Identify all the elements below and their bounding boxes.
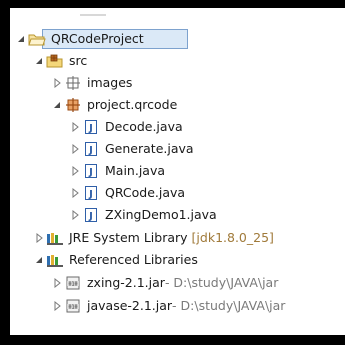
package-explorer: QRCodeProject src images project.qrcode … (10, 8, 345, 335)
clipped-row-above (10, 8, 345, 16)
source-folder-icon (46, 52, 64, 70)
src-label: src (69, 53, 88, 68)
tree-item-jre-library[interactable]: JRE System Library [jdk1.8.0_25] (32, 227, 274, 249)
jre-library-label: JRE System Library (69, 230, 188, 245)
package-label: project.qrcode (87, 97, 178, 112)
java-file-icon: J (82, 118, 100, 136)
collapsed-arrow-icon[interactable] (68, 138, 82, 160)
svg-text:010: 010 (68, 282, 77, 288)
svg-text:J: J (88, 123, 93, 134)
svg-text:J: J (88, 211, 93, 222)
tree-item-java-file[interactable]: J Main.java (68, 160, 165, 182)
tree-item-referenced-libraries[interactable]: Referenced Libraries (32, 249, 198, 271)
tree-item-jar[interactable]: 010 javase-2.1.jar - D:\study\JAVA\jar (50, 295, 285, 317)
java-file-icon: J (82, 184, 100, 202)
jre-version-label: [jdk1.8.0_25] (191, 230, 274, 245)
collapsed-arrow-icon[interactable] (68, 160, 82, 182)
jar-label: javase-2.1.jar (87, 298, 173, 313)
jar-file-icon: 010 (64, 297, 82, 315)
jar-path-label: - D:\study\JAVA\jar (172, 298, 286, 313)
svg-text:J: J (88, 145, 93, 156)
java-file-label: ZXingDemo1.java (105, 207, 217, 222)
project-label: QRCodeProject (51, 31, 144, 46)
jar-label: zxing-2.1.jar (87, 275, 165, 290)
svg-text:J: J (88, 167, 93, 178)
collapsed-arrow-icon[interactable] (68, 116, 82, 138)
collapsed-arrow-icon[interactable] (68, 204, 82, 226)
images-label: images (87, 75, 133, 90)
jar-path-label: - D:\study\JAVA\jar (164, 275, 279, 290)
expanded-arrow-icon[interactable] (50, 94, 64, 116)
expanded-arrow-icon[interactable] (14, 28, 28, 50)
project-folder-icon (28, 30, 46, 48)
tree-item-jar[interactable]: 010 zxing-2.1.jar - D:\study\JAVA\jar (50, 272, 278, 294)
library-icon (46, 229, 64, 247)
package-icon (64, 96, 82, 114)
tree-item-package[interactable]: project.qrcode (50, 94, 177, 116)
tree-item-images[interactable]: images (50, 72, 132, 94)
clipped-arrow-icon (32, 318, 46, 335)
clipped-row-below (32, 318, 46, 335)
empty-package-icon (64, 74, 82, 92)
svg-text:J: J (88, 189, 93, 200)
java-file-label: Decode.java (105, 119, 183, 134)
java-file-icon: J (82, 206, 100, 224)
java-file-label: Main.java (105, 163, 166, 178)
java-file-icon: J (82, 140, 100, 158)
collapsed-arrow-icon[interactable] (50, 272, 64, 294)
tree-item-java-file[interactable]: J Decode.java (68, 116, 183, 138)
collapsed-arrow-icon[interactable] (32, 227, 46, 249)
expanded-arrow-icon[interactable] (32, 249, 46, 271)
referenced-libraries-label: Referenced Libraries (69, 252, 198, 267)
tree-item-java-file[interactable]: J ZXingDemo1.java (68, 204, 217, 226)
tree-item-project[interactable]: QRCodeProject (14, 28, 144, 50)
tree-item-src[interactable]: src (32, 50, 87, 72)
collapsed-arrow-icon[interactable] (50, 72, 64, 94)
tree-item-java-file[interactable]: J Generate.java (68, 138, 194, 160)
collapsed-arrow-icon[interactable] (50, 295, 64, 317)
java-file-label: QRCode.java (105, 185, 186, 200)
java-file-label: Generate.java (105, 141, 194, 156)
svg-text:010: 010 (68, 305, 77, 311)
tree-item-java-file[interactable]: J QRCode.java (68, 182, 185, 204)
jar-file-icon: 010 (64, 274, 82, 292)
java-file-icon: J (82, 162, 100, 180)
collapsed-arrow-icon[interactable] (68, 182, 82, 204)
expanded-arrow-icon[interactable] (32, 50, 46, 72)
library-icon (46, 251, 64, 269)
